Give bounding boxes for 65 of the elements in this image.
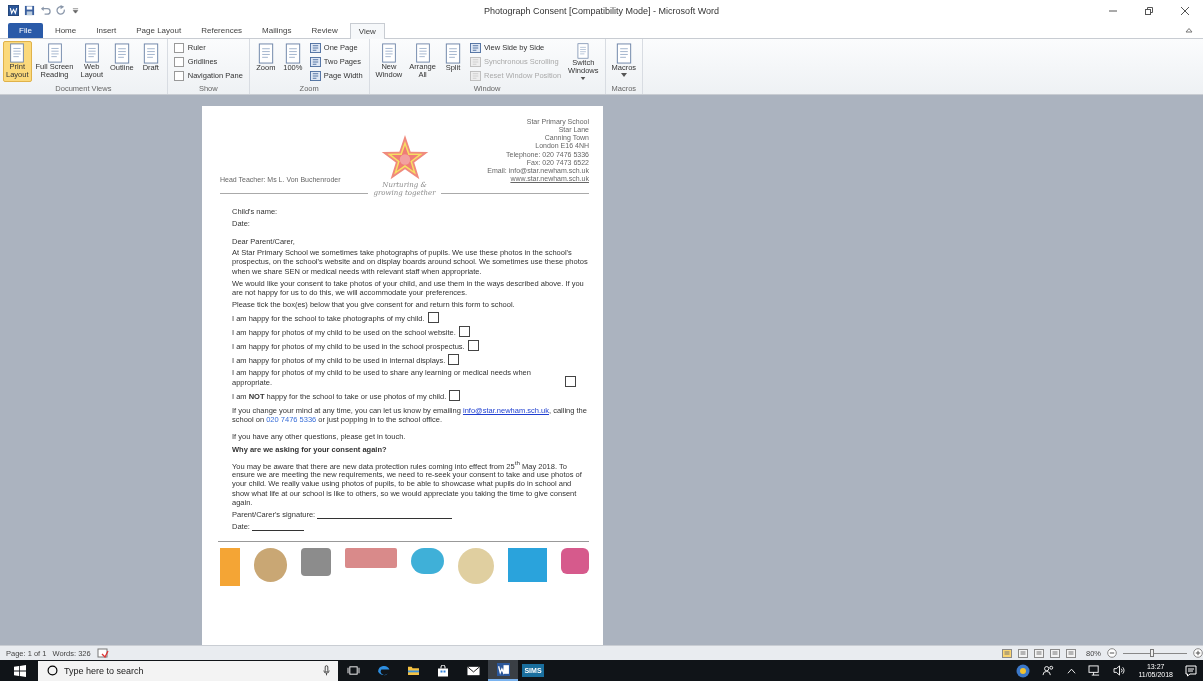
view-icon[interactable] (1018, 648, 1028, 658)
logo-image (220, 548, 240, 587)
chevron-up-icon[interactable] (1067, 667, 1077, 674)
checkbox[interactable] (173, 70, 184, 81)
checkbox[interactable] (565, 375, 576, 387)
search-icon (47, 665, 58, 676)
restore-icon (1144, 6, 1154, 16)
checkbox[interactable] (427, 312, 439, 324)
undo-icon[interactable] (40, 5, 51, 17)
page-icon (309, 42, 321, 53)
taskbar-button[interactable] (488, 660, 518, 681)
checkbox[interactable] (173, 42, 184, 53)
ribbon-tab[interactable]: Page Layout (128, 22, 190, 38)
proofing-icon[interactable] (96, 648, 109, 658)
save-icon[interactable] (24, 5, 35, 17)
word-icon (8, 5, 19, 17)
page-icon (469, 70, 481, 81)
ribbon-tab[interactable]: File (8, 22, 43, 38)
window-title: Photograph Consent [Compatibility Mode] - Microsoft Word (484, 6, 719, 16)
ribbon-tab[interactable]: Mailings (254, 22, 300, 38)
slider-thumb[interactable] (1149, 648, 1154, 657)
page-icon (309, 56, 321, 67)
checkbox[interactable] (467, 340, 479, 352)
people-icon[interactable] (1042, 665, 1056, 676)
page-icon (469, 56, 481, 67)
view-icon[interactable] (1050, 648, 1060, 658)
logo-image (507, 548, 548, 583)
checkbox[interactable] (173, 56, 184, 67)
zoom-out-icon[interactable] (1107, 648, 1117, 658)
start-icon[interactable] (14, 664, 26, 677)
page-icon (309, 70, 321, 81)
ribbon-tab[interactable]: References (193, 22, 251, 38)
view-icon[interactable] (1066, 648, 1076, 658)
ribbon-tab[interactable]: Home (46, 22, 85, 38)
logo-image (345, 548, 397, 569)
logo-image (410, 548, 445, 575)
checkbox[interactable] (458, 326, 470, 338)
view-icon[interactable] (1002, 648, 1012, 658)
volume-icon[interactable] (1113, 665, 1127, 676)
logo-image (253, 548, 288, 583)
ribbon-tab[interactable]: Insert (88, 22, 125, 38)
page-icon (469, 42, 481, 53)
browser-icon (376, 664, 390, 677)
collapse-ribbon-icon[interactable] (1185, 26, 1193, 33)
envelope-icon (466, 665, 480, 676)
network-icon[interactable] (1088, 665, 1102, 676)
checkbox[interactable] (448, 354, 460, 366)
folder-icon (406, 665, 420, 676)
task-view-icon (346, 665, 360, 676)
logo-image (458, 548, 494, 585)
notification-icon[interactable] (1185, 664, 1197, 677)
checkbox[interactable] (449, 389, 461, 401)
shopping-bag-icon (437, 664, 449, 677)
logo-image (561, 548, 589, 575)
logo-image (301, 548, 332, 577)
view-icon[interactable] (1034, 648, 1044, 658)
search-field[interactable]: Type here to search (38, 660, 338, 681)
close-icon (1180, 6, 1190, 16)
word-icon (496, 663, 510, 676)
microphone-icon[interactable] (323, 665, 330, 676)
zoom-in-icon[interactable] (1193, 648, 1203, 658)
redo-icon[interactable] (56, 5, 67, 17)
customize-caret-icon[interactable] (72, 7, 79, 15)
ribbon-tab[interactable]: View (349, 22, 385, 39)
ribbon-tab[interactable]: Review (303, 22, 346, 38)
